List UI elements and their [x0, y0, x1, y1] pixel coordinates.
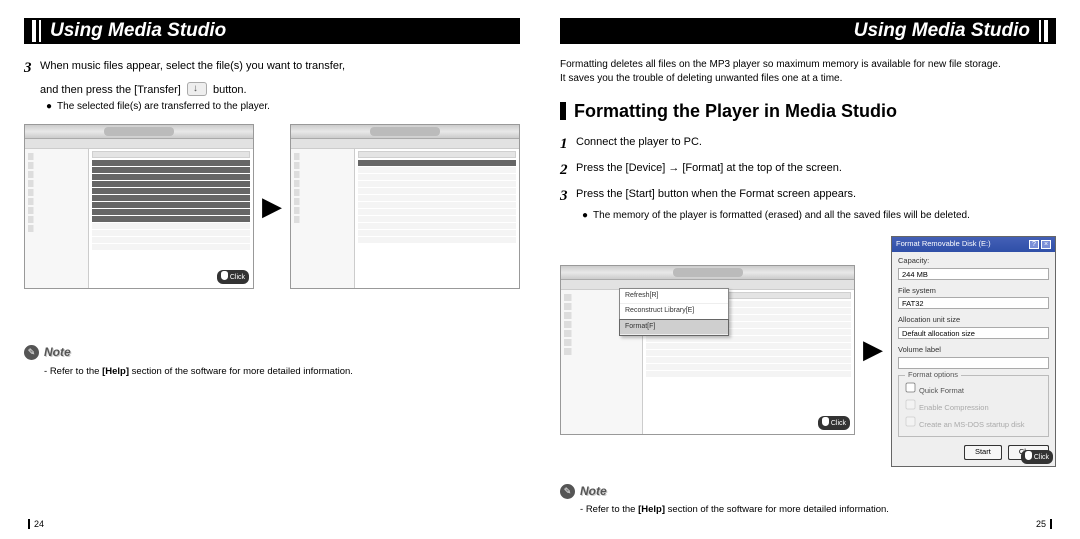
note-label: Note: [580, 483, 607, 500]
note-block: ✎ Note Refer to the [Help] section of th…: [24, 344, 520, 378]
step-number: 3: [560, 186, 576, 208]
bullet: ● The memory of the player is formatted …: [582, 209, 1056, 224]
help-icon[interactable]: ?: [1029, 240, 1039, 249]
menu-item-format[interactable]: Format[F]: [620, 320, 728, 335]
bullet-text: The selected file(s) are transferred to …: [57, 100, 270, 115]
step-text: Connect the player to PC.: [576, 134, 702, 156]
volume-label-label: Volume label: [898, 345, 1049, 356]
quick-format-checkbox[interactable]: Quick Format: [904, 381, 1043, 397]
page-title: Using Media Studio: [848, 20, 1036, 42]
bullet-dot: ●: [582, 209, 588, 224]
note-label: Note: [44, 344, 71, 361]
menu-item-refresh[interactable]: Refresh[R]: [620, 289, 728, 304]
page-number: 25: [1036, 519, 1056, 529]
screenshot-device-menu: Refresh[R] Reconstruct Library[E] Format…: [560, 265, 855, 435]
step-2: 2 Press the [Device] → [Format] at the t…: [560, 160, 1056, 182]
note-block: ✎ Note Refer to the [Help] section of th…: [560, 483, 1056, 517]
screenshot-before: Click: [24, 124, 254, 289]
step-3-line2: and then press the [Transfer] button.: [40, 82, 520, 99]
enable-compression-checkbox: Enable Compression: [904, 398, 1043, 414]
bullet: ● The selected file(s) are transferred t…: [46, 100, 520, 115]
page-number: 24: [24, 519, 44, 529]
step-number: 2: [560, 160, 576, 182]
arrow-right-icon: ▶: [863, 331, 883, 369]
section-title: Formatting the Player in Media Studio: [574, 98, 897, 124]
format-dialog: Format Removable Disk (E:) ? × Capacity:…: [891, 236, 1056, 467]
click-badge: Click: [1021, 450, 1053, 464]
section-heading: Formatting the Player in Media Studio: [560, 98, 1056, 124]
options-group-label: Format options: [905, 370, 961, 381]
create-bootdisk-checkbox: Create an MS-DOS startup disk: [904, 415, 1043, 431]
bullet-text: The memory of the player is formatted (e…: [593, 209, 970, 224]
alloc-label: Allocation unit size: [898, 315, 1049, 326]
dialog-title: Format Removable Disk (E:): [896, 239, 991, 250]
close-icon[interactable]: ×: [1041, 240, 1051, 249]
dialog-titlebar: Format Removable Disk (E:) ? ×: [892, 237, 1055, 252]
note-icon: ✎: [560, 484, 575, 499]
page-title: Using Media Studio: [44, 20, 232, 42]
note-text: Refer to the [Help] section of the softw…: [44, 365, 520, 379]
filesystem-field[interactable]: FAT32: [898, 297, 1049, 309]
step-number: 1: [560, 134, 576, 156]
step-3: 3 When music files appear, select the fi…: [24, 58, 520, 80]
step-text: Press the [Device] → [Format] at the top…: [576, 160, 842, 182]
header-right: Using Media Studio: [560, 18, 1056, 44]
step-text-b: button.: [213, 84, 247, 96]
arrow-right-icon: ▶: [262, 188, 282, 226]
transfer-icon: [187, 82, 207, 96]
intro-text: Formatting deletes all files on the MP3 …: [560, 58, 1056, 86]
step-3b: 3 Press the [Start] button when the Form…: [560, 186, 1056, 208]
header-left: Using Media Studio: [24, 18, 520, 44]
step-text-a: and then press the [Transfer]: [40, 84, 181, 96]
screenshots-row: Click ▶: [24, 124, 520, 289]
start-button[interactable]: Start: [964, 445, 1002, 460]
note-text: Refer to the [Help] section of the softw…: [580, 503, 1056, 517]
heading-mark-icon: [560, 102, 566, 120]
step-text: Press the [Start] button when the Format…: [576, 186, 856, 208]
alloc-field[interactable]: Default allocation size: [898, 327, 1049, 339]
step-number: 3: [24, 58, 40, 80]
screenshot-after: [290, 124, 520, 289]
step-1: 1 Connect the player to PC.: [560, 134, 1056, 156]
page-25: Using Media Studio Formatting deletes al…: [540, 0, 1080, 539]
filesystem-label: File system: [898, 286, 1049, 297]
note-icon: ✎: [24, 345, 39, 360]
context-menu[interactable]: Refresh[R] Reconstruct Library[E] Format…: [619, 288, 729, 335]
screenshots-row: Refresh[R] Reconstruct Library[E] Format…: [560, 234, 1056, 467]
page-24: Using Media Studio 3 When music files ap…: [0, 0, 540, 539]
menu-item-reconstruct[interactable]: Reconstruct Library[E]: [620, 304, 728, 319]
step-text: When music files appear, select the file…: [40, 58, 345, 80]
click-badge: Click: [818, 416, 850, 430]
capacity-field[interactable]: 244 MB: [898, 268, 1049, 280]
bullet-dot: ●: [46, 100, 52, 115]
volume-label-field[interactable]: [898, 357, 1049, 369]
capacity-label: Capacity:: [898, 256, 1049, 267]
click-badge: Click: [217, 270, 249, 284]
format-options-group: Format options Quick Format Enable Compr…: [898, 375, 1049, 437]
